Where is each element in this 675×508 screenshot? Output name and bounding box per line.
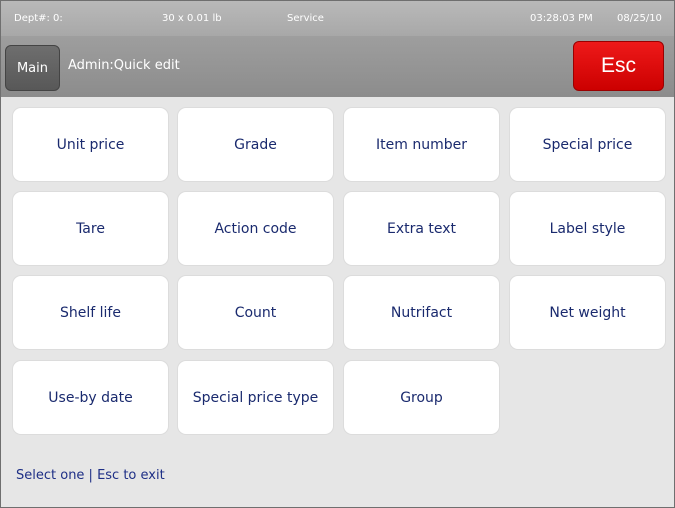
option-extra-text[interactable]: Extra text [344,192,499,265]
option-label-style[interactable]: Label style [510,192,665,265]
option-tare[interactable]: Tare [13,192,168,265]
option-action-code[interactable]: Action code [178,192,333,265]
option-item-number[interactable]: Item number [344,108,499,181]
option-shelf-life[interactable]: Shelf life [13,276,168,349]
option-special-price[interactable]: Special price [510,108,665,181]
option-use-by-date[interactable]: Use-by date [13,361,168,434]
title-bar: Main Admin:Quick edit Esc [1,36,674,97]
clock-time: 03:28:03 PM [530,13,593,24]
scale-screen: Dept#: 0: 30 x 0.01 lb Service 03:28:03 … [0,0,675,508]
option-net-weight[interactable]: Net weight [510,276,665,349]
option-special-price-type[interactable]: Special price type [178,361,333,434]
option-nutrifact[interactable]: Nutrifact [344,276,499,349]
option-count[interactable]: Count [178,276,333,349]
option-grade[interactable]: Grade [178,108,333,181]
main-button[interactable]: Main [5,45,60,91]
dept-indicator: Dept#: 0: [14,13,63,24]
esc-button[interactable]: Esc [573,41,664,91]
mode-indicator: Service [287,13,324,24]
option-unit-price[interactable]: Unit price [13,108,168,181]
option-group[interactable]: Group [344,361,499,434]
clock-date: 08/25/10 [617,13,662,24]
status-bar: Dept#: 0: 30 x 0.01 lb Service 03:28:03 … [1,1,674,36]
page-title: Admin:Quick edit [68,58,180,73]
instruction-text: Select one | Esc to exit [16,468,165,483]
capacity-indicator: 30 x 0.01 lb [162,13,222,24]
